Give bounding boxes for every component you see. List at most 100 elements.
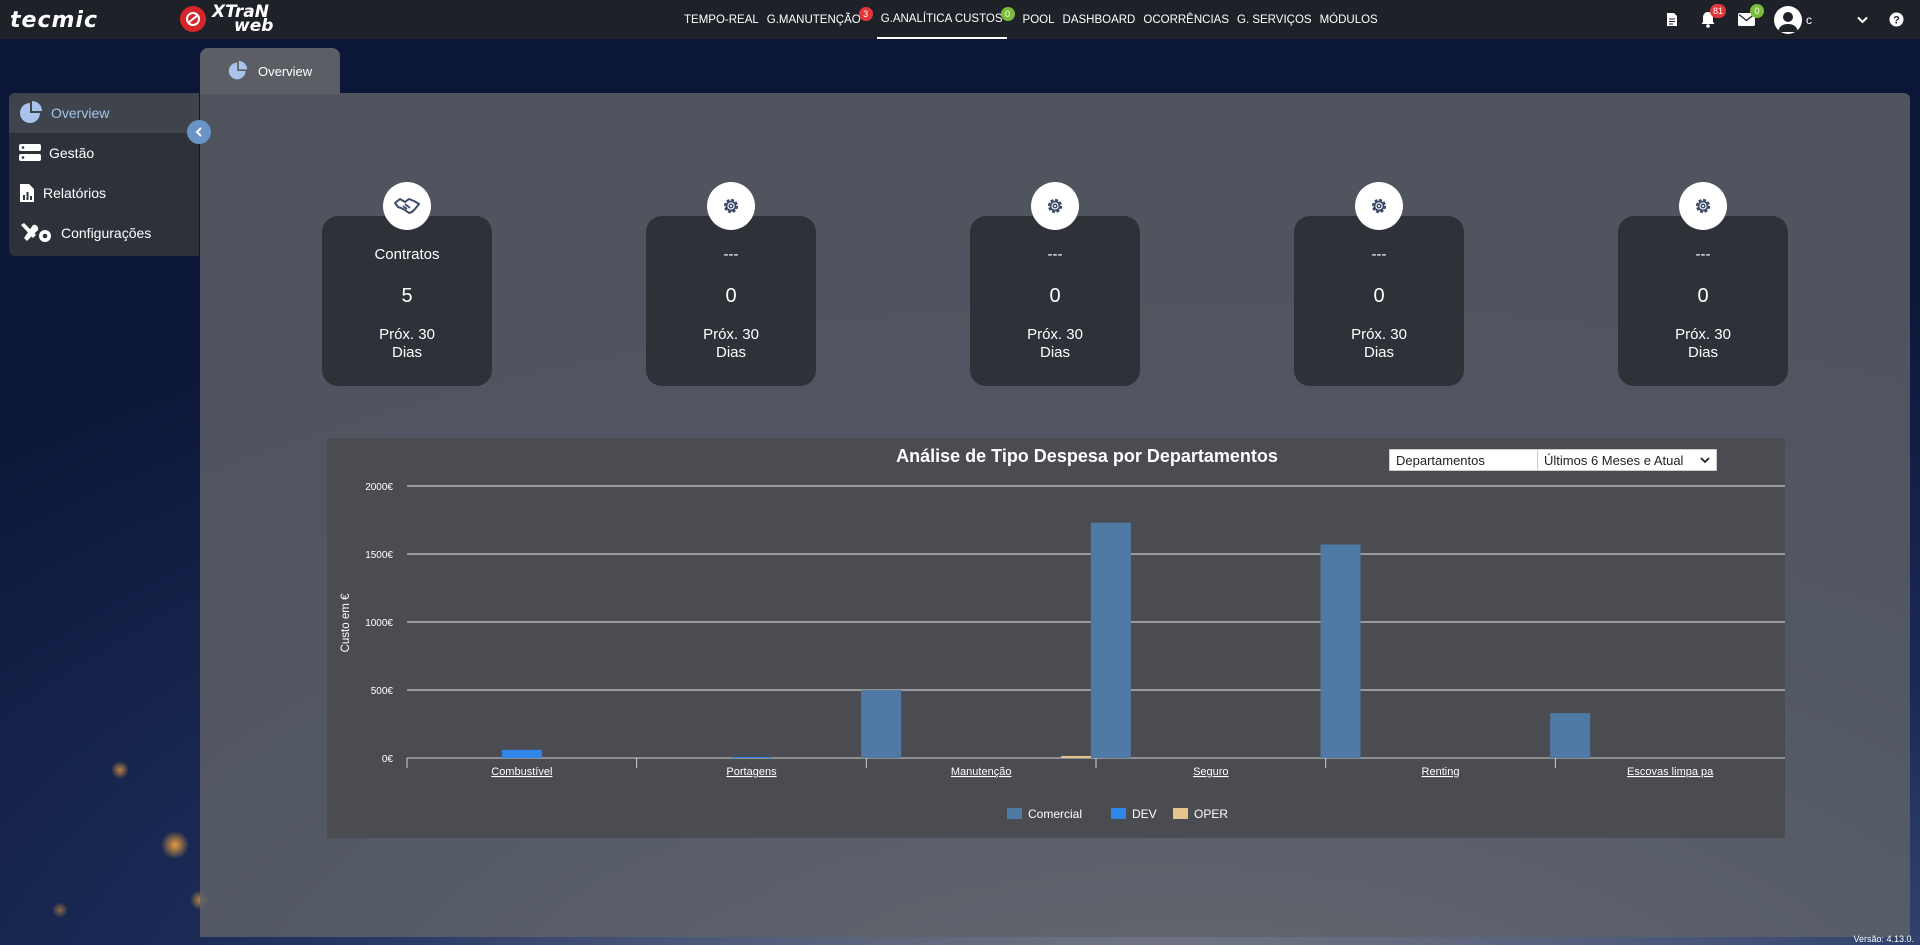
sidebar-item-configuracoes[interactable]: Configurações bbox=[9, 213, 199, 253]
card-value: 0 bbox=[1049, 285, 1061, 307]
nav-label: G. SERVIÇOS bbox=[1237, 13, 1312, 26]
card-value: 0 bbox=[1697, 285, 1709, 307]
sidebar-collapse-button[interactable] bbox=[187, 120, 211, 144]
envelope-icon[interactable]: 0 bbox=[1736, 3, 1764, 30]
legend-label: Comercial bbox=[1028, 807, 1082, 821]
card-value: 0 bbox=[725, 285, 737, 307]
nav-ocorrencias[interactable]: OCORRÊNCIAS bbox=[1139, 0, 1233, 39]
y-tick-label: 2000€ bbox=[365, 482, 393, 493]
notifications-badge: 81 bbox=[1709, 3, 1726, 18]
kpi-card[interactable]: --- 0 Próx. 30 Dias bbox=[646, 182, 816, 386]
sidebar-item-relatorios[interactable]: Relatórios bbox=[9, 173, 199, 213]
legend-swatch bbox=[1173, 808, 1188, 819]
legend-label: OPER bbox=[1194, 807, 1228, 821]
x-tick-label: Renting bbox=[1422, 766, 1460, 778]
main-panel: Contratos 5 Próx. 30 Dias --- 0 Próx. 30… bbox=[200, 93, 1910, 937]
card-title: --- bbox=[1695, 246, 1711, 263]
pie-chart-icon bbox=[228, 61, 248, 80]
kpi-card[interactable]: --- 0 Próx. 30 Dias bbox=[1618, 182, 1788, 386]
card-title: --- bbox=[1047, 246, 1063, 263]
card-title: --- bbox=[1371, 246, 1387, 263]
nav-pool[interactable]: POOL bbox=[1019, 0, 1059, 39]
messages-badge: 0 bbox=[1750, 3, 1764, 18]
bar-dev bbox=[731, 756, 772, 758]
nav-label: G.MANUTENÇÃO bbox=[766, 13, 861, 26]
card-value: 0 bbox=[1373, 285, 1385, 307]
gear-icon bbox=[707, 182, 755, 230]
nav-tempo-real[interactable]: TEMPO-REAL bbox=[680, 0, 763, 39]
card-subtitle: Próx. 30 Dias bbox=[1675, 326, 1731, 361]
document-icon[interactable] bbox=[1662, 10, 1682, 30]
costs-count-badge: 0 bbox=[1000, 7, 1015, 21]
card-subtitle: Próx. 30 Dias bbox=[1027, 326, 1083, 361]
nav-label: G.ANALÍTICA CUSTOS bbox=[880, 12, 1003, 25]
pie-chart-icon bbox=[20, 101, 42, 123]
nav-modulos[interactable]: MÓDULOS bbox=[1316, 0, 1382, 39]
brand-text: tecmic bbox=[10, 7, 98, 33]
kpi-card[interactable]: --- 0 Próx. 30 Dias bbox=[1294, 182, 1464, 386]
y-tick-label: 1500€ bbox=[365, 550, 393, 561]
nav-g-servicos[interactable]: G. SERVIÇOS bbox=[1233, 0, 1316, 39]
bar-comercial bbox=[1550, 713, 1591, 758]
sidebar-item-label: Gestão bbox=[49, 145, 95, 161]
nav-dashboard[interactable]: DASHBOARD bbox=[1059, 0, 1140, 39]
nav-label: POOL bbox=[1022, 13, 1055, 26]
bell-icon[interactable]: 81 bbox=[1698, 3, 1726, 30]
card-subtitle: Próx. 30 Dias bbox=[703, 326, 759, 361]
x-tick-label: Seguro bbox=[1193, 766, 1228, 778]
bar-comercial bbox=[861, 690, 902, 758]
kpi-card[interactable]: --- 0 Próx. 30 Dias bbox=[970, 182, 1140, 386]
x-tick-label: Escovas limpa pa bbox=[1627, 766, 1714, 778]
nav-g-analitica-custos[interactable]: G.ANALÍTICA CUSTOS 0 bbox=[876, 0, 1015, 39]
sidebar-item-label: Configurações bbox=[61, 225, 152, 241]
sidebar-item-label: Overview bbox=[51, 105, 110, 121]
tools-icon bbox=[21, 223, 51, 242]
tab-label: Overview bbox=[258, 63, 313, 79]
card-title: Contratos bbox=[374, 246, 440, 263]
gear-icon bbox=[1031, 182, 1079, 230]
x-tick-label: Portagens bbox=[726, 766, 777, 778]
y-axis-label: Custo em € bbox=[340, 593, 352, 652]
sidebar-item-gestao[interactable]: Gestão bbox=[9, 133, 199, 173]
nav-label: MÓDULOS bbox=[1319, 13, 1378, 26]
card-subtitle: Próx. 30 Dias bbox=[1351, 326, 1407, 361]
user-name[interactable]: c bbox=[1806, 13, 1816, 27]
xtran-logo-icon bbox=[180, 6, 206, 32]
maintenance-count-badge: 3 bbox=[858, 7, 873, 21]
xtran-text: XTraN web bbox=[212, 4, 273, 35]
user-avatar[interactable] bbox=[1774, 5, 1802, 34]
gear-icon bbox=[1679, 182, 1727, 230]
sidebar: Overview Gestão Relatórios Configurações bbox=[9, 93, 199, 256]
xtranweb-logo[interactable]: XTraN web bbox=[180, 4, 273, 35]
chevron-left-icon bbox=[195, 127, 202, 137]
legend-swatch bbox=[1111, 808, 1126, 819]
y-tick-label: 0€ bbox=[382, 754, 394, 765]
card-subtitle: Próx. 30 Dias bbox=[379, 326, 435, 361]
tab-overview[interactable]: Overview bbox=[200, 48, 340, 94]
bar-chart: Análise de Tipo Despesa por Departamento… bbox=[340, 446, 1785, 821]
x-tick-label: Combustível bbox=[491, 766, 552, 778]
sidebar-item-overview[interactable]: Overview bbox=[9, 93, 199, 133]
bar-dev bbox=[501, 749, 542, 758]
handshake-icon bbox=[383, 182, 431, 230]
y-tick-label: 500€ bbox=[371, 686, 394, 697]
server-icon bbox=[19, 144, 41, 161]
gear-icon bbox=[1355, 182, 1403, 230]
help-icon[interactable]: ? bbox=[1886, 10, 1906, 30]
chevron-down-icon[interactable] bbox=[1852, 10, 1872, 30]
legend-swatch bbox=[1007, 808, 1022, 819]
user-icon bbox=[1778, 11, 1798, 32]
top-right-tools: 81 0 c ? bbox=[1658, 0, 1920, 39]
chart-title: Análise de Tipo Despesa por Departamento… bbox=[896, 446, 1278, 466]
version-label: Versão: 4.13.0. bbox=[1853, 934, 1914, 944]
card-title: --- bbox=[723, 246, 739, 263]
top-navigation-bar: tecmic XTraN web TEMPO-REAL G.MANUTENÇÃO… bbox=[0, 0, 1920, 39]
tecmic-logo[interactable]: tecmic bbox=[10, 6, 98, 34]
nav-g-manutencao[interactable]: G.MANUTENÇÃO 3 bbox=[763, 0, 873, 39]
bar-comercial bbox=[1320, 544, 1361, 758]
legend-label: DEV bbox=[1132, 807, 1157, 821]
nav-label: TEMPO-REAL bbox=[684, 13, 759, 26]
sidebar-item-label: Relatórios bbox=[43, 185, 107, 201]
kpi-card[interactable]: Contratos 5 Próx. 30 Dias bbox=[322, 182, 492, 386]
main-nav: TEMPO-REAL G.MANUTENÇÃO 3 G.ANALÍTICA CUS… bbox=[680, 0, 1382, 39]
